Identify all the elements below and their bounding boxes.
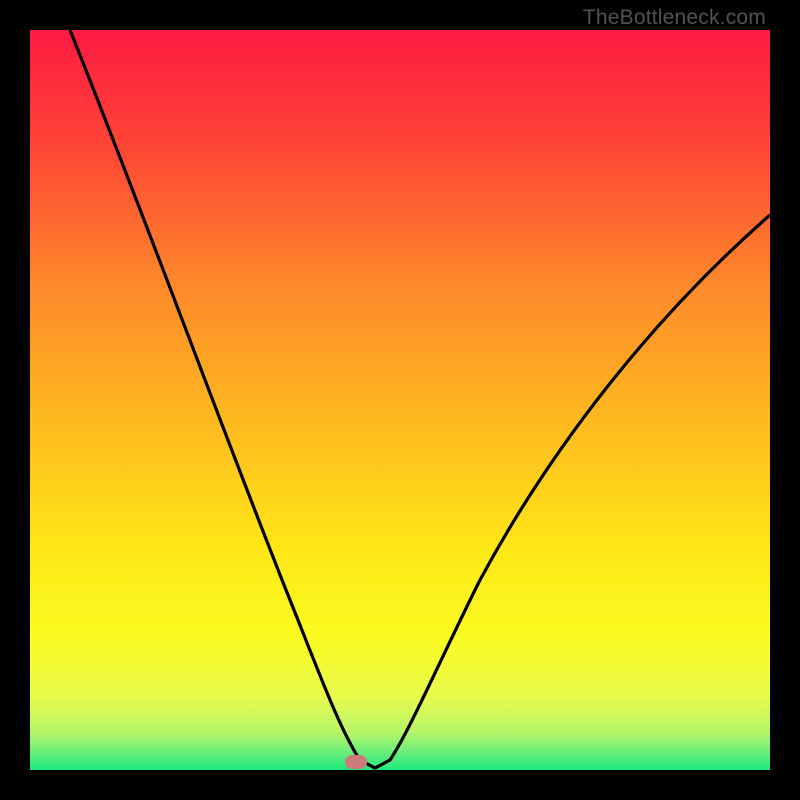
watermark-text: TheBottleneck.com xyxy=(583,6,766,30)
minimum-marker xyxy=(345,755,367,769)
chart-frame xyxy=(30,30,770,770)
gradient-background xyxy=(30,30,770,770)
